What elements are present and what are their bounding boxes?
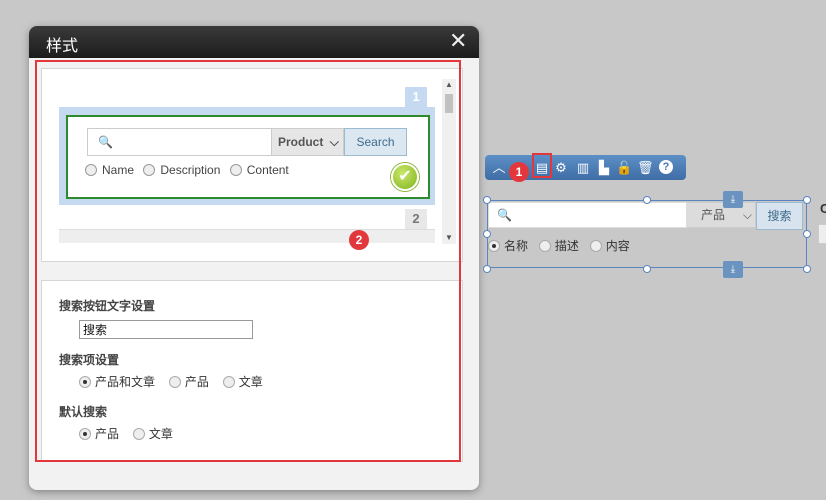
gear-icon[interactable]: ⚙: [553, 159, 569, 176]
partial-widget-input: [818, 224, 826, 244]
style-option-2[interactable]: [59, 229, 435, 243]
button-text-setting-title: 搜索按钮文字设置: [59, 299, 156, 313]
radio-icon[interactable]: [222, 376, 235, 388]
preview-product-select: Product ⌵: [272, 128, 344, 156]
scroll-thumb[interactable]: [445, 94, 453, 113]
style-preview-list[interactable]: 1 🔍 Product ⌵ Search Name Description Co…: [41, 68, 463, 262]
scroll-down-icon[interactable]: ▼: [442, 232, 456, 244]
search-button[interactable]: 搜索: [756, 202, 803, 230]
style-option-1[interactable]: 🔍 Product ⌵ Search Name Description Cont…: [59, 107, 435, 205]
radio-icon[interactable]: [538, 240, 551, 252]
search-type-option[interactable]: 内容: [606, 239, 630, 253]
search-items-radio-group: 产品和文章 产品 文章: [79, 373, 273, 390]
partial-widget: C: [817, 201, 826, 245]
resize-handle[interactable]: [483, 196, 491, 204]
search-type-option[interactable]: 名称: [504, 239, 528, 253]
resize-handle[interactable]: [483, 230, 491, 238]
close-icon[interactable]: ✕: [449, 30, 467, 52]
search-items-option[interactable]: 产品和文章: [95, 375, 155, 389]
preview-radio-label: Description: [160, 163, 221, 177]
default-search-setting-title: 默认搜索: [59, 405, 108, 419]
radio-icon[interactable]: [79, 376, 91, 388]
search-type-radio-group: 名称 描述 内容: [488, 237, 637, 254]
radio-icon[interactable]: [488, 240, 500, 252]
default-search-option[interactable]: 产品: [95, 427, 119, 441]
resize-handle[interactable]: [803, 230, 811, 238]
radio-icon: [229, 164, 242, 176]
annotation-marker-1: 1: [509, 162, 529, 182]
columns-icon[interactable]: ▥: [575, 159, 591, 176]
chevron-down-icon: ⌵: [329, 135, 339, 149]
search-items-option[interactable]: 产品: [185, 375, 209, 389]
preview-scrollbar[interactable]: ▲ ▼: [442, 79, 456, 244]
download-icon[interactable]: ⤓: [723, 191, 743, 208]
product-select-label: 产品: [701, 208, 726, 222]
download-icon[interactable]: ⤓: [723, 261, 743, 278]
annotation-marker-2: 2: [349, 230, 369, 250]
preview-search-button: Search: [344, 128, 407, 156]
search-icon: 🔍: [497, 208, 512, 222]
style-number-1: 1: [405, 87, 427, 107]
partial-widget-letter: C: [820, 201, 826, 216]
search-items-option[interactable]: 文章: [239, 375, 263, 389]
preview-select-label: Product: [278, 135, 324, 149]
resize-handle[interactable]: [643, 265, 651, 273]
product-select[interactable]: 产品 ⌵: [687, 202, 756, 228]
button-text-input[interactable]: [79, 320, 253, 339]
chart-icon[interactable]: ▙: [596, 159, 612, 176]
dialog-header: 样式 ✕: [29, 26, 479, 58]
resize-handle[interactable]: [483, 265, 491, 273]
resize-handle[interactable]: [803, 196, 811, 204]
check-icon: ✔: [391, 163, 419, 191]
chevron-up-icon[interactable]: ︿: [491, 159, 507, 176]
default-search-option[interactable]: 文章: [149, 427, 173, 441]
radio-icon: [143, 164, 156, 176]
search-input[interactable]: 🔍: [488, 202, 687, 228]
style-dialog: 样式 ✕ 1 🔍 Product ⌵ Search Name Descripti…: [29, 26, 479, 490]
search-settings-panel: 搜索按钮文字设置 搜索项设置 产品和文章 产品 文章 默认搜索 产品 文章: [41, 280, 463, 462]
default-search-radio-group: 产品 文章: [79, 425, 183, 442]
radio-icon[interactable]: [132, 428, 145, 440]
help-icon[interactable]: ?: [659, 160, 673, 174]
radio-icon: [85, 164, 97, 176]
search-items-setting-title: 搜索项设置: [59, 353, 120, 367]
resize-handle[interactable]: [643, 196, 651, 204]
scroll-up-icon[interactable]: ▲: [442, 79, 456, 91]
preview-radio-label: Content: [246, 163, 289, 177]
selected-style-frame: 🔍 Product ⌵ Search Name Description Cont…: [66, 115, 430, 199]
radio-icon[interactable]: [79, 428, 91, 440]
resize-handle[interactable]: [803, 265, 811, 273]
style-number-2: 2: [405, 209, 427, 229]
trash-icon[interactable]: 🗑: [637, 159, 654, 176]
preview-search-input: 🔍: [87, 128, 272, 156]
lock-icon[interactable]: 🔓: [616, 159, 632, 176]
search-icon: 🔍: [98, 135, 113, 149]
preview-radio-group: Name Description Content: [85, 163, 295, 177]
preview-radio-label: Name: [102, 163, 135, 177]
radio-icon[interactable]: [589, 240, 602, 252]
chevron-down-icon: ⌵: [742, 208, 752, 222]
radio-icon[interactable]: [168, 376, 181, 388]
search-type-option[interactable]: 描述: [555, 239, 579, 253]
annotation-highlight-box: [532, 153, 552, 178]
dialog-title: 样式: [46, 36, 79, 55]
